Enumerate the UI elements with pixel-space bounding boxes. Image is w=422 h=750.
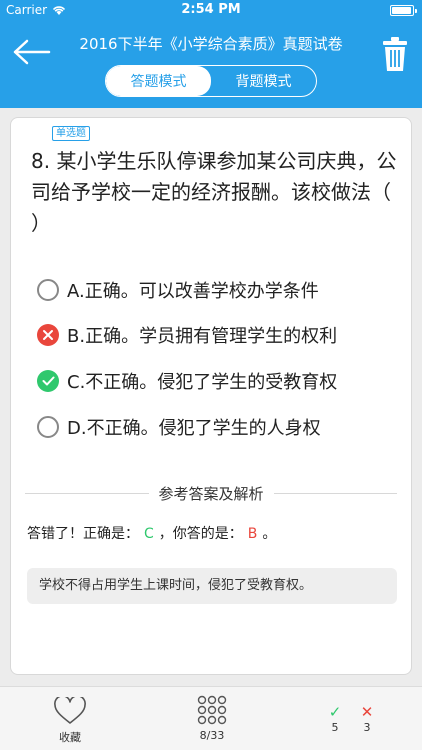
favorite-label: 收藏	[59, 731, 81, 744]
question-type-badge: 单选题	[52, 126, 90, 141]
tab-recite-mode[interactable]: 背题模式	[211, 66, 316, 96]
option-c[interactable]: C.不正确。侵犯了学生的受教育权	[37, 368, 337, 394]
battery-level	[392, 7, 411, 14]
progress-label: 8/33	[199, 729, 225, 742]
radio-empty-icon	[37, 416, 59, 438]
analysis-divider: 参考答案及解析	[25, 482, 398, 504]
option-label: B.正确。学员拥有管理学生的权利	[67, 326, 338, 347]
status-bar: Carrier 2:54 PM	[0, 0, 422, 22]
divider-line	[273, 492, 398, 494]
battery-icon	[390, 5, 417, 16]
question-text: 8. 某小学生乐队停课参加某公司庆典，公司给予学校一定的经济报酬。该校做法（ ）	[31, 149, 397, 235]
check-icon: ✓	[328, 703, 342, 721]
analysis-heading: 参考答案及解析	[158, 484, 264, 503]
your-answer: B	[247, 526, 258, 542]
option-label: C.不正确。侵犯了学生的受教育权	[67, 372, 338, 393]
wrong-cross-icon	[37, 324, 59, 346]
wrong-count-stat: ✕ 3	[357, 703, 377, 734]
header: Carrier 2:54 PM 2016下半年《小学综合素质》真题试卷 答题模式…	[0, 0, 422, 108]
back-arrow-icon[interactable]	[12, 36, 52, 68]
radio-empty-icon	[37, 279, 59, 301]
option-label: D.不正确。侵犯了学生的人身权	[67, 418, 321, 439]
cross-icon: ✕	[360, 703, 374, 721]
question-grid-button[interactable]: 8/33	[191, 695, 233, 742]
answer-result: 答错了！正确是： C ，你答的是： B。	[27, 523, 276, 543]
option-label: A.正确。可以改善学校办学条件	[67, 281, 319, 302]
grid-icon	[197, 695, 227, 725]
result-suffix: 。	[262, 526, 277, 542]
option-a[interactable]: A.正确。可以改善学校办学条件	[37, 277, 319, 303]
option-d[interactable]: D.不正确。侵犯了学生的人身权	[37, 414, 321, 440]
trash-icon[interactable]	[382, 36, 408, 72]
correct-answer: C	[144, 526, 154, 542]
result-prefix: 答错了！正确是：	[27, 526, 139, 542]
wrong-count: 3	[363, 721, 371, 734]
heart-icon	[54, 695, 86, 724]
analysis-box: 学校不得占用学生上课时间，侵犯了受教育权。	[27, 568, 397, 604]
page-title: 2016下半年《小学综合素质》真题试卷	[79, 35, 343, 53]
correct-count-stat: ✓ 5	[325, 703, 345, 734]
divider-line	[25, 492, 149, 494]
favorite-button[interactable]: 收藏	[50, 695, 90, 745]
bottom-bar: 收藏 8/33 ✓ 5 ✕ 3	[0, 686, 422, 750]
option-b[interactable]: B.正确。学员拥有管理学生的权利	[37, 322, 337, 348]
status-time: 2:54 PM	[181, 2, 241, 17]
tab-answer-mode[interactable]: 答题模式	[106, 66, 211, 96]
app-root: Carrier 2:54 PM 2016下半年《小学综合素质》真题试卷 答题模式…	[0, 0, 422, 750]
correct-count: 5	[331, 721, 339, 734]
question-card: 单选题 8. 某小学生乐队停课参加某公司庆典，公司给予学校一定的经济报酬。该校做…	[10, 117, 412, 675]
mode-switch: 答题模式 背题模式	[105, 65, 317, 97]
result-middle: ，你答的是：	[158, 526, 243, 542]
correct-check-icon	[37, 370, 59, 392]
